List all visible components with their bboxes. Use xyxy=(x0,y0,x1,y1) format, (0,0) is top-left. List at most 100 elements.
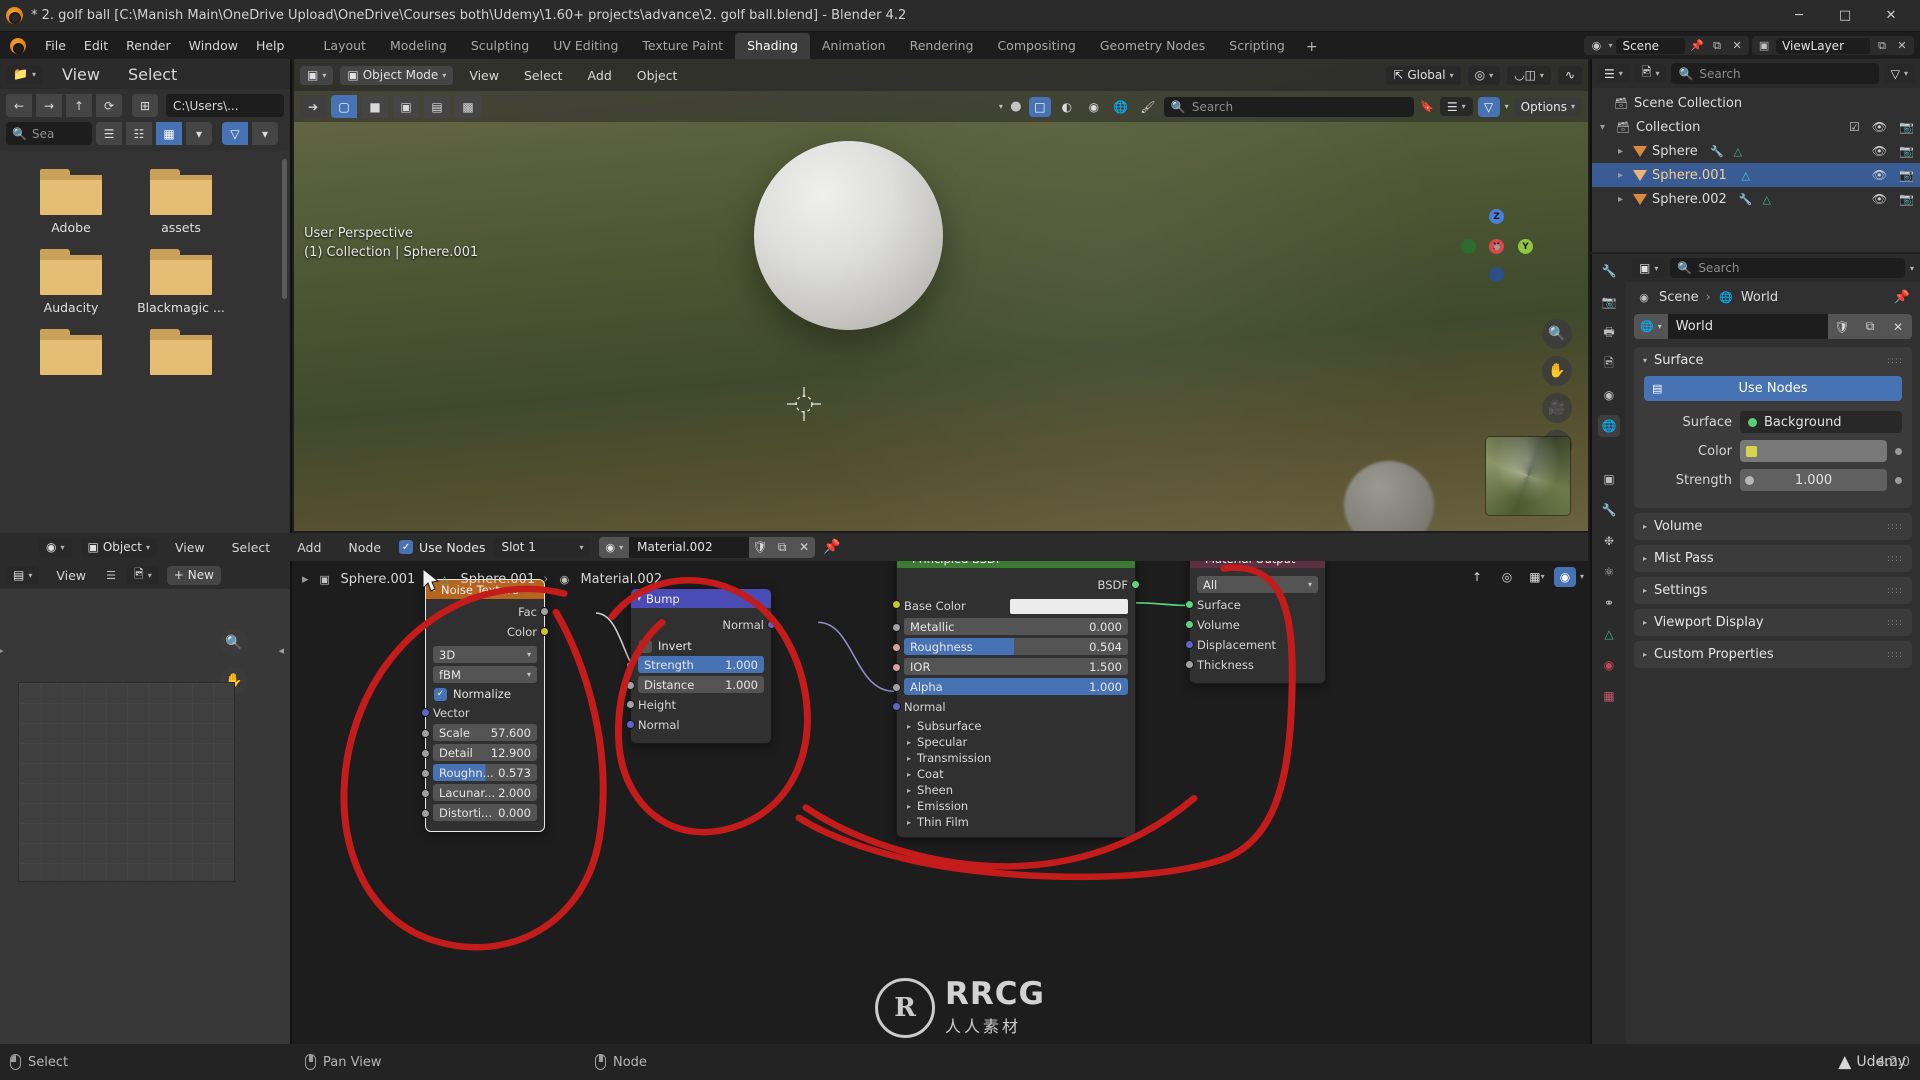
detail-view-icon[interactable]: ☷ xyxy=(126,122,152,145)
vp-menu-view[interactable]: View xyxy=(460,64,508,87)
breadcrumb-mesh[interactable]: Sphere.001 xyxy=(460,572,535,587)
tab-scene[interactable]: ◉ xyxy=(1598,384,1620,406)
mesh-data-icon[interactable]: △ xyxy=(1759,191,1775,207)
new-viewlayer-icon[interactable]: ⧉ xyxy=(1874,38,1890,54)
breadcrumb-object[interactable]: Sphere.001 xyxy=(341,572,416,587)
node-grid-icon[interactable]: ▦ ▾ xyxy=(1524,565,1550,588)
panel-mist-pass[interactable]: ▸ Mist Pass :::: xyxy=(1634,545,1912,572)
socket-dot-fac[interactable] xyxy=(540,607,549,616)
input-strength[interactable]: Strength 1.000 xyxy=(638,656,764,673)
parent-dir-icon[interactable]: ↑ xyxy=(66,94,92,117)
object-mode-selector[interactable]: ▣ Object Mode ▾ xyxy=(340,65,454,85)
section-sheen[interactable]: ▸ Sheen xyxy=(897,782,1135,798)
delete-scene-icon[interactable]: ✕ xyxy=(1729,38,1745,54)
node-noise-texture[interactable]: ▾ Noise Texture Fac Color 3D▾ xyxy=(421,579,549,832)
node-material-output-header[interactable]: ▾ Material Output xyxy=(1190,561,1325,568)
socket-dot-height[interactable] xyxy=(626,700,635,709)
socket-in-thickness[interactable]: Thickness xyxy=(1185,656,1325,674)
socket-dot-scale[interactable] xyxy=(421,729,430,738)
world-name-field[interactable]: World xyxy=(1667,314,1828,339)
chevron-down-icon[interactable]: ▾ xyxy=(637,594,641,603)
socket-in-base-color[interactable]: Base Color xyxy=(892,596,1135,616)
breadcrumb-world[interactable]: World xyxy=(1741,290,1778,305)
vp-menu-object[interactable]: Object xyxy=(628,64,687,87)
panel-viewport-display[interactable]: ▸ Viewport Display :::: xyxy=(1634,609,1912,636)
socket-dot-base-color[interactable] xyxy=(892,600,901,609)
socket-dot-thickness[interactable] xyxy=(1185,660,1194,669)
socket-dot-distortion[interactable] xyxy=(421,809,430,818)
editor-type-selector[interactable]: ▣ ▾ xyxy=(300,65,334,85)
outliner-search-input[interactable]: 🔍 Search xyxy=(1671,63,1879,84)
section-subsurface[interactable]: ▸ Subsurface xyxy=(897,718,1135,734)
sidebar-menu-view[interactable]: View xyxy=(47,564,95,587)
transform-orientation-selector[interactable]: ⇱ Global ▾ xyxy=(1386,65,1461,85)
editor-type-selector[interactable]: ▤ ▾ xyxy=(6,565,40,585)
input-roughness[interactable]: Roughness 0.504 xyxy=(904,638,1128,655)
eye-icon[interactable]: 👁 xyxy=(1872,168,1887,182)
options-button[interactable]: Options ▾ xyxy=(1513,97,1582,116)
chevron-down-icon[interactable]: ▾ xyxy=(1600,122,1610,133)
camera-view-icon[interactable]: 🎥 xyxy=(1542,393,1572,423)
outliner-row-sphere-002[interactable]: ▸ Sphere.002 🔧 △ 👁 📷 xyxy=(1592,187,1920,211)
tab-animation[interactable]: Animation xyxy=(810,33,898,59)
socket-dot-displacement[interactable] xyxy=(1185,640,1194,649)
drag-handle-icon[interactable]: :::: xyxy=(1887,586,1903,595)
pin-icon[interactable]: 📌 xyxy=(1689,38,1705,54)
navigation-gizmo[interactable]: Z Y X xyxy=(1461,209,1533,282)
fb-menu-view[interactable]: View xyxy=(53,61,109,88)
tab-shading[interactable]: Shading xyxy=(735,33,810,59)
dropdown-noise-type[interactable]: fBM ▾ xyxy=(433,666,537,683)
socket-dot-normal[interactable] xyxy=(892,702,901,711)
shading-material-icon[interactable]: ◉ xyxy=(1083,97,1105,117)
socket-dot-vector[interactable] xyxy=(421,708,430,717)
file-item[interactable] xyxy=(16,325,126,386)
filter-funnel-icon[interactable]: ▽ xyxy=(1477,96,1500,117)
tab-texture[interactable]: ▦ xyxy=(1598,685,1620,707)
tab-view-layer[interactable]: 🖻 xyxy=(1598,353,1620,375)
socket-dot-metallic[interactable] xyxy=(892,623,901,632)
gizmo-axis-neg-z[interactable] xyxy=(1489,267,1504,282)
select-invert-icon[interactable]: ▤ xyxy=(424,95,450,118)
menu-render[interactable]: Render xyxy=(117,34,180,57)
breadcrumb-scene[interactable]: Scene xyxy=(1659,290,1699,305)
socket-dot-strength[interactable] xyxy=(626,661,635,670)
filter-chevron-icon[interactable]: ▾ xyxy=(1505,102,1509,111)
back-icon[interactable]: ← xyxy=(6,94,32,117)
3d-viewport[interactable]: ▣ ▾ ▣ Object Mode ▾ View Select Add Object… xyxy=(294,59,1588,531)
tab-rendering[interactable]: Rendering xyxy=(898,33,986,59)
scene-selector[interactable]: ◉ ▾ Scene 📌 ⧉ ✕ xyxy=(1584,36,1750,55)
drag-handle-icon[interactable]: :::: xyxy=(1887,650,1903,659)
socket-dot-volume[interactable] xyxy=(1185,620,1194,629)
filter-options-chevron-icon[interactable]: ▾ xyxy=(252,122,278,145)
unlink-close-icon[interactable]: ✕ xyxy=(1884,314,1912,339)
sh-menu-select[interactable]: Select xyxy=(223,536,280,559)
file-item[interactable]: Audacity xyxy=(16,245,126,321)
socket-in-height[interactable]: Height xyxy=(626,696,771,714)
chevron-down-icon[interactable]: ▾ xyxy=(903,561,907,563)
breadcrumb-material[interactable]: Material.002 xyxy=(580,572,662,587)
shader-sidebar-body[interactable]: ▸ 🔍 ✋ ◂ xyxy=(0,589,290,1044)
bookmark-icon[interactable]: 🔖 xyxy=(1419,99,1435,115)
use-nodes-checkbox[interactable]: ✓ Use Nodes xyxy=(399,540,485,555)
tab-sculpting[interactable]: Sculpting xyxy=(459,33,541,59)
socket-dot-alpha[interactable] xyxy=(892,683,901,692)
new-folder-icon[interactable]: ⊞ xyxy=(132,94,158,117)
vp-menu-select[interactable]: Select xyxy=(515,64,572,87)
camera-icon[interactable]: 📷 xyxy=(1899,144,1914,158)
vp-menu-add[interactable]: Add xyxy=(579,64,621,87)
minimize-button[interactable]: ─ xyxy=(1776,0,1822,32)
list-view-icon[interactable]: ☰ xyxy=(96,122,122,145)
viewlayer-name[interactable]: ViewLayer xyxy=(1776,37,1870,54)
node-overlay-icon[interactable]: ◉ xyxy=(1553,566,1576,587)
tab-modeling[interactable]: Modeling xyxy=(378,33,459,59)
editor-type-selector[interactable]: ☰ ▾ xyxy=(1597,64,1630,83)
socket-dot-bsdf[interactable] xyxy=(1131,580,1140,589)
outliner-filter-icon[interactable]: ▽ ▾ xyxy=(1883,64,1915,83)
paint-brush-icon[interactable]: 🖌 xyxy=(1137,97,1159,117)
select-extend-icon[interactable]: ■ xyxy=(362,95,388,118)
outliner-row-sphere-001[interactable]: ▸ Sphere.001 △ 👁 📷 xyxy=(1592,163,1920,187)
tab-uv-editing[interactable]: UV Editing xyxy=(541,33,630,59)
blender-menu-icon[interactable] xyxy=(10,37,26,54)
socket-dot-color[interactable] xyxy=(540,627,549,636)
editor-type-selector[interactable]: ▣ ▾ xyxy=(1632,258,1666,278)
